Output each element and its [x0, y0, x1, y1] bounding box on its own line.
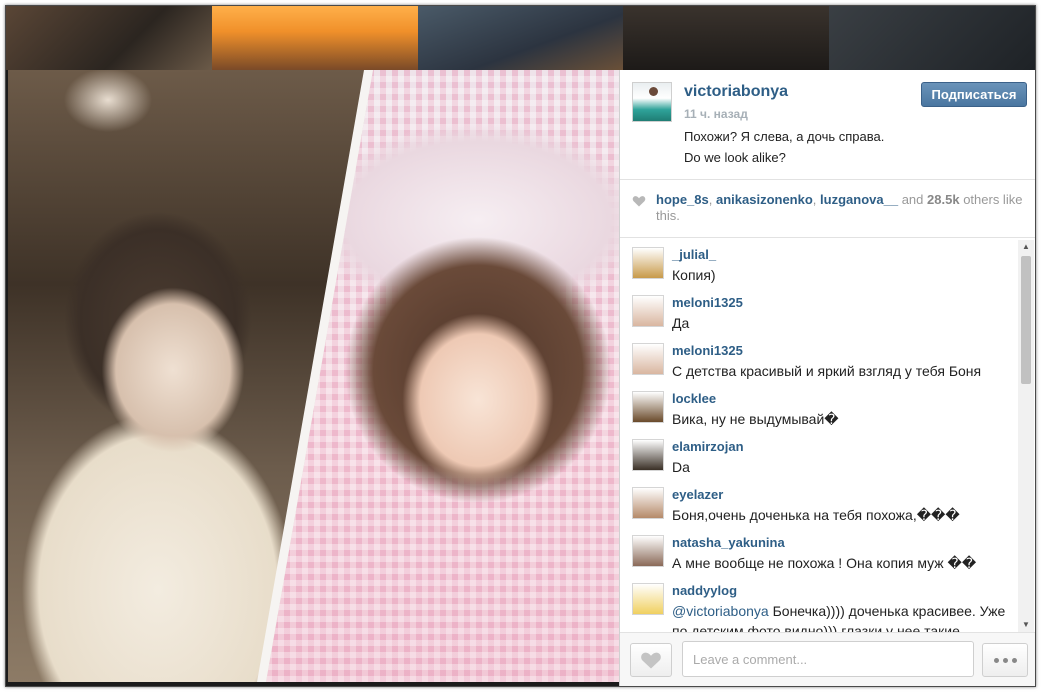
- comment-text: Da: [672, 459, 690, 475]
- comment-text: С детства красивый и яркий взгляд у тебя…: [672, 363, 982, 379]
- like-button[interactable]: [630, 643, 672, 677]
- commenter-avatar[interactable]: [632, 343, 664, 375]
- commenter-avatar[interactable]: [632, 295, 664, 327]
- comments-scrollbar[interactable]: ▲ ▼: [1018, 240, 1034, 632]
- comment-composer: [620, 632, 1035, 686]
- more-icon: [993, 657, 999, 663]
- commenter-username[interactable]: locklee: [672, 391, 716, 406]
- scroll-up-arrow-icon[interactable]: ▲: [1018, 240, 1034, 254]
- commenter-avatar[interactable]: [632, 535, 664, 567]
- scroll-down-arrow-icon[interactable]: ▼: [1018, 618, 1034, 632]
- post-header: victoriabonya 11 ч. назад Похожи? Я слев…: [620, 70, 1035, 180]
- comment-text: @victoriabonya Бонечка)))) доченька крас…: [672, 601, 1012, 632]
- author-username[interactable]: victoriabonya: [684, 83, 788, 101]
- photo-lightbox: victoriabonya 11 ч. назад Похожи? Я слев…: [5, 5, 1036, 687]
- commenter-avatar[interactable]: [632, 583, 664, 615]
- commenter-avatar[interactable]: [632, 487, 664, 519]
- commenter-username[interactable]: meloni1325: [672, 295, 743, 310]
- post-timestamp[interactable]: 11 ч. назад: [684, 107, 748, 121]
- more-icon: [1011, 657, 1017, 663]
- likes-and: and: [901, 192, 924, 207]
- heart-icon: [632, 196, 646, 207]
- commenter-username[interactable]: naddyylog: [672, 583, 737, 598]
- likes-summary: hope_8s, anikasizonenko, luzganova__ and…: [620, 180, 1035, 238]
- caption-line: Похожи? Я слева, а дочь справа.: [684, 129, 885, 144]
- likes-count[interactable]: 28.5k: [927, 192, 960, 207]
- background-thumbnail[interactable]: [211, 6, 418, 70]
- background-thumbnail[interactable]: [417, 6, 624, 70]
- post-photo[interactable]: [8, 70, 619, 682]
- background-thumbnail[interactable]: [6, 6, 212, 70]
- heart-icon: [641, 652, 661, 669]
- background-feed-strip: [6, 6, 1035, 70]
- commenter-username[interactable]: elamirzojan: [672, 439, 744, 454]
- commenter-avatar[interactable]: [632, 391, 664, 423]
- comment-text: Боня,очень доченька на тебя похожа,���: [672, 507, 960, 523]
- comment-text: А мне вообще не похожа ! Она копия муж �…: [672, 555, 977, 571]
- comment-mention[interactable]: @victoriabonya: [672, 603, 769, 619]
- post-caption: Похожи? Я слева, а дочь справа. Do we lo…: [684, 126, 884, 168]
- comment-input[interactable]: [682, 641, 974, 677]
- commenter-username[interactable]: meloni1325: [672, 343, 743, 358]
- comment-item: meloni1325 С детства красивый и яркий взг…: [620, 336, 1018, 384]
- comment-item: locklee Вика, ну не выдумывай�: [620, 384, 1018, 432]
- liker-username[interactable]: anikasizonenko: [716, 192, 813, 207]
- scroll-thumb[interactable]: [1021, 256, 1031, 384]
- author-avatar[interactable]: [632, 82, 672, 122]
- comment-item: naddyylog @victoriabonya Бонечка)))) доче…: [620, 576, 1018, 632]
- background-thumbnail[interactable]: [829, 6, 1035, 70]
- more-icon: [1002, 657, 1008, 663]
- more-options-button[interactable]: [982, 643, 1028, 677]
- comment-item: elamirzojan Da: [620, 432, 1018, 480]
- comment-item: meloni1325 Да: [620, 288, 1018, 336]
- comment-item: natasha_yakunina А мне вообще не похожа !…: [620, 528, 1018, 576]
- follow-button[interactable]: Подписаться: [921, 82, 1027, 107]
- liker-username[interactable]: luzganova__: [820, 192, 898, 207]
- commenter-username[interactable]: natasha_yakunina: [672, 535, 785, 550]
- comment-item: eyelazer Боня,очень доченька на тебя похо…: [620, 480, 1018, 528]
- comment-text: Да: [672, 315, 690, 331]
- background-thumbnail[interactable]: [623, 6, 830, 70]
- liker-username[interactable]: hope_8s: [656, 192, 709, 207]
- comment-text: Копия): [672, 267, 716, 283]
- commenter-username[interactable]: _julial_: [672, 247, 716, 262]
- comment-item: _julial_ Копия): [620, 240, 1018, 288]
- comments-list: _julial_ Копия) meloni1325 Да meloni1325 С де…: [620, 240, 1018, 632]
- caption-line: Do we look alike?: [684, 150, 786, 165]
- commenter-avatar[interactable]: [632, 247, 664, 279]
- comment-text: Вика, ну не выдумывай�: [672, 411, 839, 427]
- commenter-username[interactable]: eyelazer: [672, 487, 723, 502]
- commenter-avatar[interactable]: [632, 439, 664, 471]
- post-sidebar: victoriabonya 11 ч. назад Похожи? Я слев…: [619, 70, 1035, 686]
